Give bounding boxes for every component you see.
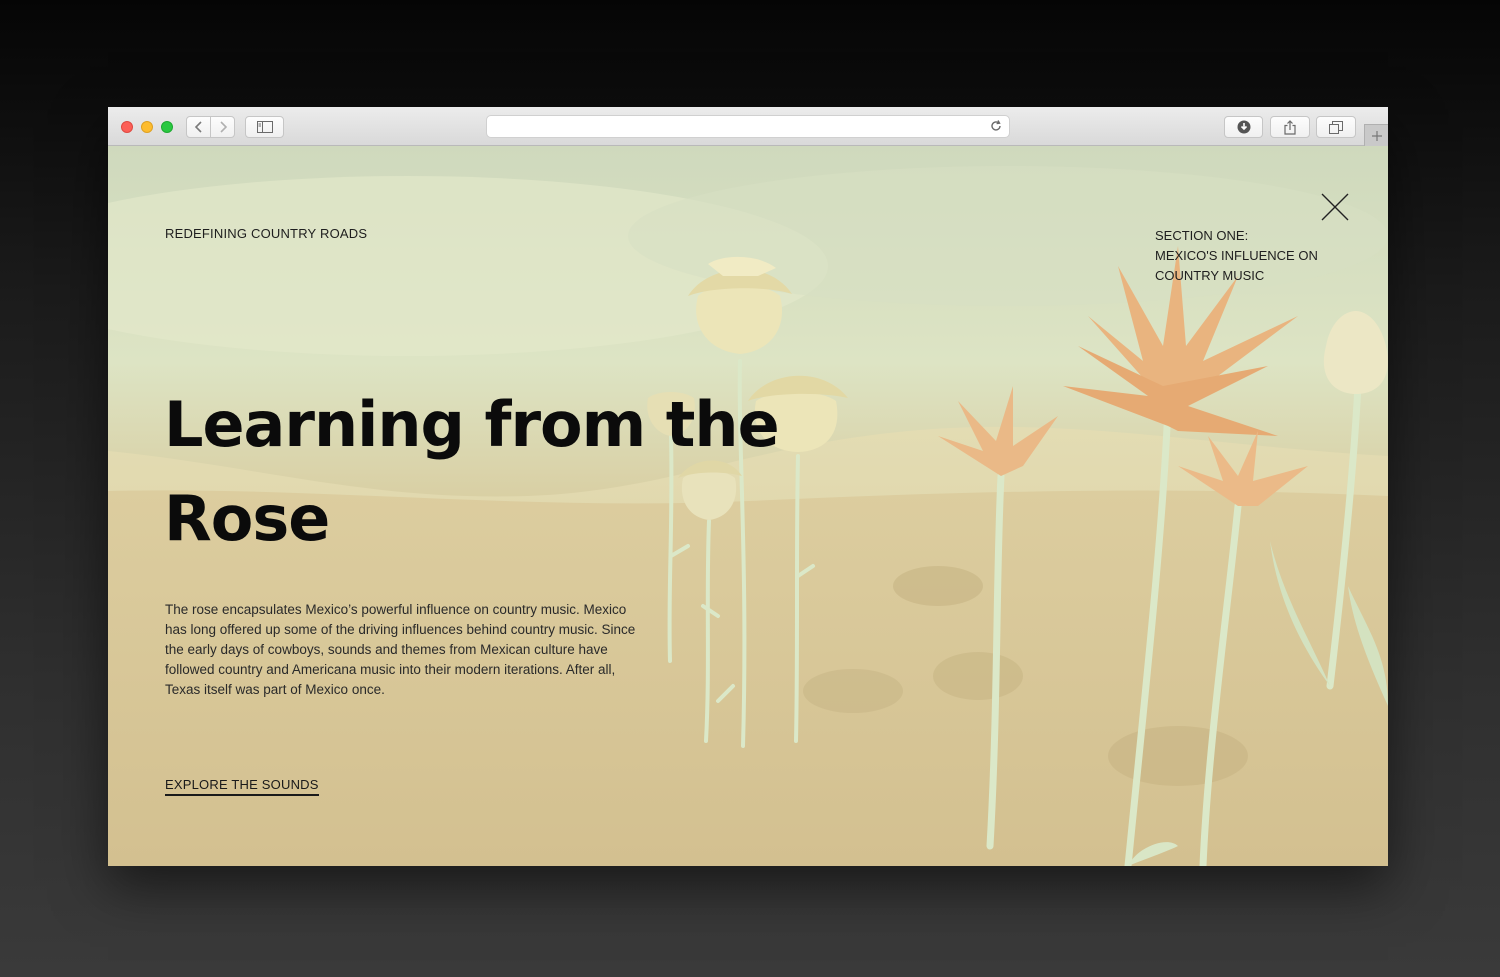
- close-icon[interactable]: [1320, 192, 1350, 222]
- site-eyebrow: REDEFINING COUNTRY ROADS: [165, 226, 368, 241]
- share-icon: [1284, 119, 1296, 135]
- sidebar-button[interactable]: [245, 116, 284, 138]
- sidebar-icon: [256, 121, 273, 133]
- downloads-button[interactable]: [1224, 116, 1263, 138]
- forward-icon: [219, 121, 227, 133]
- browser-toolbar: [108, 107, 1388, 146]
- browser-window: REDEFINING COUNTRY ROADS SECTION ONE: ME…: [108, 107, 1388, 866]
- minimize-window-button[interactable]: [141, 121, 153, 133]
- zoom-window-button[interactable]: [161, 121, 173, 133]
- back-button[interactable]: [186, 116, 211, 138]
- address-bar[interactable]: [486, 115, 1010, 138]
- tab-overview-button[interactable]: [1316, 116, 1356, 138]
- plus-icon: [1371, 130, 1382, 141]
- section-label-line: SECTION ONE:: [1155, 228, 1249, 243]
- explore-sounds-link[interactable]: EXPLORE THE SOUNDS: [165, 777, 319, 796]
- ground-shadow: [933, 652, 1023, 700]
- tabs-icon: [1329, 120, 1343, 134]
- section-label: SECTION ONE: MEXICO'S INFLUENCE ON COUNT…: [1155, 226, 1345, 286]
- intro-paragraph: The rose encapsulates Mexico’s powerful …: [165, 602, 636, 697]
- share-button[interactable]: [1270, 116, 1310, 138]
- ground-shadow: [803, 669, 903, 713]
- close-window-button[interactable]: [121, 121, 133, 133]
- download-icon: [1237, 120, 1250, 134]
- new-tab-button[interactable]: [1364, 124, 1388, 146]
- forward-button[interactable]: [210, 116, 235, 138]
- page-content: REDEFINING COUNTRY ROADS SECTION ONE: ME…: [108, 146, 1388, 866]
- ground-shadow: [893, 566, 983, 606]
- reload-icon[interactable]: [989, 119, 1003, 133]
- ground-shadow: [1108, 726, 1248, 786]
- section-label-line: COUNTRY MUSIC: [1155, 268, 1265, 283]
- page-title: Learning from the Rose: [164, 378, 784, 566]
- section-label-line: MEXICO'S INFLUENCE ON: [1155, 248, 1318, 263]
- white-tulip: [1323, 311, 1388, 394]
- page-title-line: Rose: [164, 482, 330, 555]
- back-icon: [194, 121, 202, 133]
- page-title-line: Learning from the: [164, 388, 780, 461]
